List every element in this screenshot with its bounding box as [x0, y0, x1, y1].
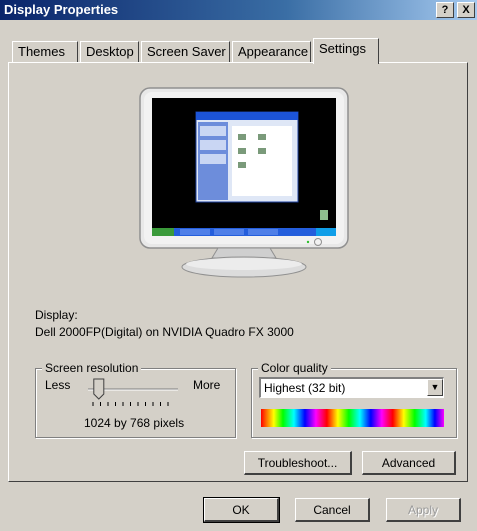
help-button[interactable]: ? — [436, 2, 454, 18]
color-spectrum-bar — [261, 409, 444, 427]
resolution-value: 1024 by 768 pixels — [84, 416, 185, 430]
tab-screen-saver[interactable]: Screen Saver — [141, 41, 230, 63]
advanced-button[interactable]: Advanced — [362, 451, 456, 475]
apply-button[interactable]: Apply — [386, 498, 461, 522]
ok-button[interactable]: OK — [203, 497, 280, 523]
close-button[interactable]: X — [457, 2, 475, 18]
tab-themes[interactable]: Themes — [12, 41, 78, 63]
window-title: Display Properties — [4, 2, 119, 17]
title-bar: Display Properties ? X — [0, 0, 477, 20]
display-value: Dell 2000FP(Digital) on NVIDIA Quadro FX… — [35, 325, 294, 339]
color-quality-title: Color quality — [258, 361, 331, 375]
tab-settings[interactable]: Settings — [313, 38, 379, 64]
resolution-slider[interactable] — [83, 374, 183, 414]
screen-resolution-title: Screen resolution — [42, 361, 142, 375]
color-quality-select[interactable]: Highest (32 bit) ▼ — [259, 377, 444, 398]
slider-thumb[interactable] — [93, 378, 105, 400]
resolution-more-label: More — [193, 378, 221, 392]
tab-appearance[interactable]: Appearance — [232, 41, 311, 63]
tab-desktop[interactable]: Desktop — [80, 41, 139, 63]
display-label: Display: — [35, 308, 78, 322]
resolution-less-label: Less — [45, 378, 71, 392]
monitor-illustration — [139, 87, 349, 278]
troubleshoot-button[interactable]: Troubleshoot... — [244, 451, 352, 475]
chevron-down-icon[interactable]: ▼ — [427, 379, 443, 396]
color-quality-value: Highest (32 bit) — [264, 381, 346, 395]
cancel-button[interactable]: Cancel — [295, 498, 370, 522]
